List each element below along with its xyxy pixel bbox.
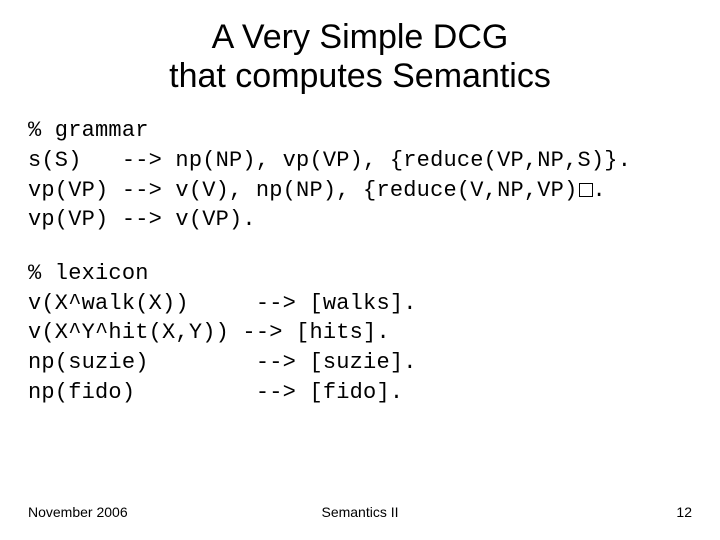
footer-page-number: 12 xyxy=(676,504,692,520)
lexicon-rule-2: v(X^Y^hit(X,Y)) --> [hits]. xyxy=(28,320,390,345)
lexicon-rule-3: np(suzie) --> [suzie]. xyxy=(28,350,417,375)
grammar-rule-2: vp(VP) --> v(V), np(NP), {reduce(V,NP,VP… xyxy=(28,178,606,203)
lexicon-comment: % lexicon xyxy=(28,261,149,286)
slide: A Very Simple DCG that computes Semantic… xyxy=(0,0,720,540)
slide-footer: November 2006 Semantics II 12 xyxy=(28,504,692,520)
lexicon-rule-1: v(X^walk(X)) --> [walks]. xyxy=(28,291,417,316)
title-line-1: A Very Simple DCG xyxy=(212,18,509,56)
grammar-rule-1: s(S) --> np(NP), vp(VP), {reduce(VP,NP,S… xyxy=(28,148,631,173)
lexicon-rule-4: np(fido) --> [fido]. xyxy=(28,380,403,405)
grammar-comment: % grammar xyxy=(28,118,149,143)
grammar-block: % grammar s(S) --> np(NP), vp(VP), {redu… xyxy=(28,116,692,235)
grammar-rule-2-pre: vp(VP) --> v(V), np(NP), {reduce(V,NP,VP… xyxy=(28,178,578,203)
grammar-rule-3: vp(VP) --> v(VP). xyxy=(28,207,256,232)
replacement-glyph-icon xyxy=(579,183,593,197)
slide-title: A Very Simple DCG that computes Semantic… xyxy=(28,18,692,96)
lexicon-block: % lexicon v(X^walk(X)) --> [walks]. v(X^… xyxy=(28,259,692,407)
grammar-rule-2-post: . xyxy=(593,178,606,203)
title-line-2: that computes Semantics xyxy=(169,57,551,95)
footer-date: November 2006 xyxy=(28,504,128,520)
